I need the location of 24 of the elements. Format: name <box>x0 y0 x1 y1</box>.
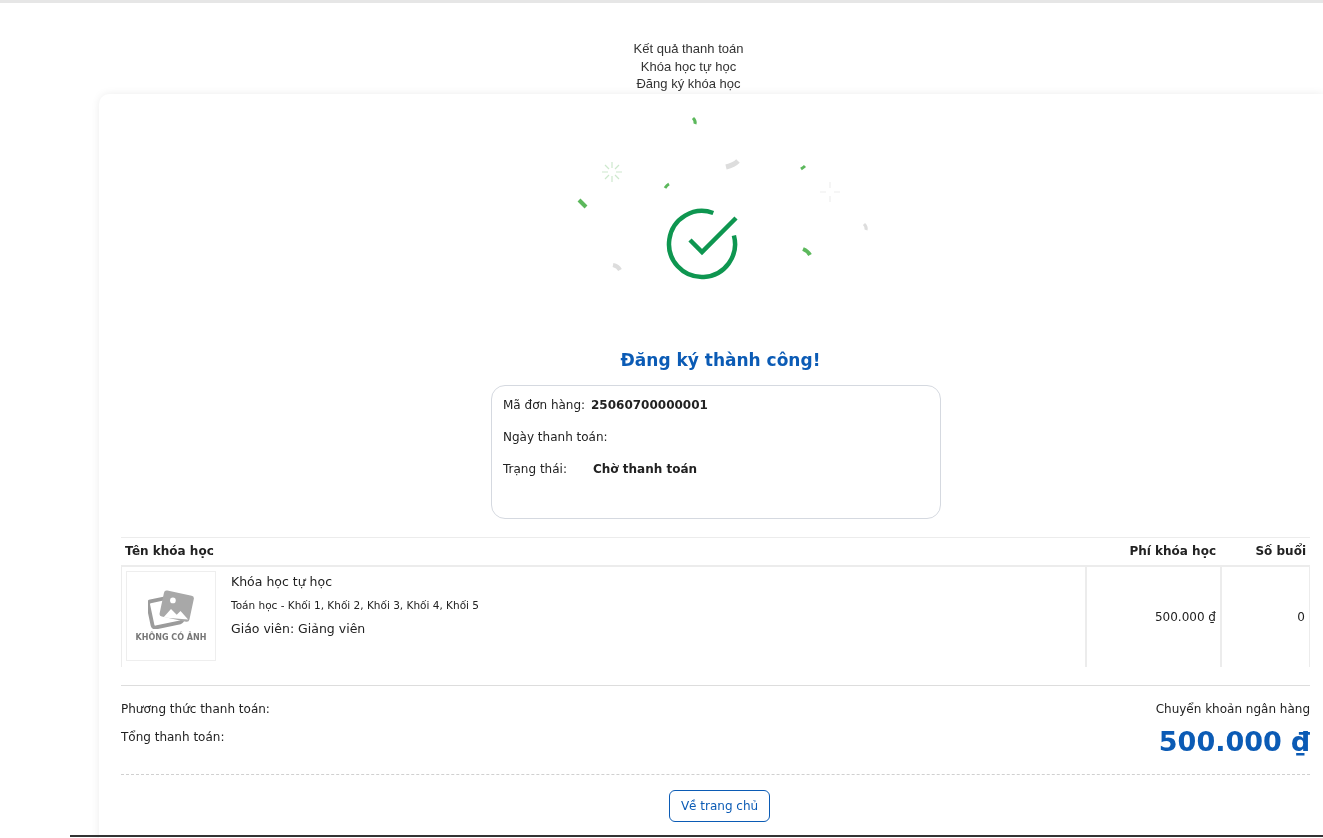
total-label: Tổng thanh toán: <box>121 729 225 744</box>
column-header: Số buổi <box>1254 544 1307 558</box>
course-name: Khóa học tự học <box>231 573 334 589</box>
course-subjects: Toán học - Khối 1, Khối 2, Khối 3, Khối 4, Khối 5 <box>231 598 479 611</box>
column-header: Tên khóa học <box>124 544 215 558</box>
breadcrumb-text: Khóa học tự học <box>639 57 738 75</box>
course-teacher: Giáo viên: Giảng viên <box>231 620 367 636</box>
total-amount: 500.000 ₫ <box>1158 725 1310 757</box>
fee-cell: 500.000 ₫ <box>1154 609 1216 624</box>
breadcrumb-text: Đăng ký khóa học <box>635 75 742 93</box>
order-label: Ngày thanh toán: <box>503 429 608 444</box>
breadcrumb-text: Kết quả thanh toán <box>632 40 745 58</box>
order-value: 25060700000001 <box>591 397 708 412</box>
home-button[interactable]: Về trang chủ <box>668 789 771 822</box>
column-header: Phí khóa học <box>1128 544 1217 558</box>
order-value: Chờ thanh toán <box>593 461 698 476</box>
order-label: Trạng thái: <box>503 461 568 476</box>
no-image-text: KHÔNG CÓ ẢNH <box>135 633 207 642</box>
picture-icon <box>148 589 194 629</box>
sessions-cell: 0 <box>1297 609 1305 624</box>
payment-method-value: Chuyển khoản ngân hàng <box>1155 701 1310 716</box>
order-label: Mã đơn hàng: <box>503 397 587 412</box>
success-title: Đăng ký thành công! <box>619 348 822 370</box>
payment-method-label: Phương thức thanh toán: <box>121 701 270 716</box>
